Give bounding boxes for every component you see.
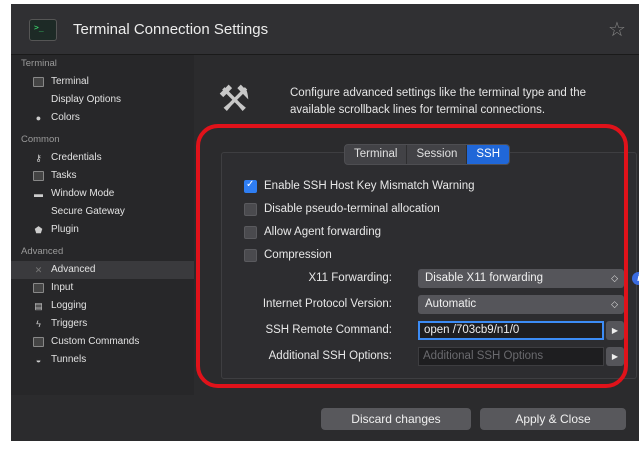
tab-terminal[interactable]: Terminal xyxy=(345,145,408,164)
lightning-icon: ϟ xyxy=(36,319,41,329)
tab-ssh[interactable]: SSH xyxy=(467,145,510,164)
chevron-updown-icon: ◇ xyxy=(611,299,618,309)
agent-forwarding-checkbox[interactable]: Allow Agent forwarding xyxy=(244,224,381,240)
logging-icon: ▤ xyxy=(34,301,43,311)
sidebar-item-label: Tunnels xyxy=(51,354,87,365)
ip-version-select[interactable]: Automatic ◇ xyxy=(418,295,624,314)
footer: Discard changes Apply & Close xyxy=(11,395,639,441)
ip-version-label: Internet Protocol Version: xyxy=(262,298,392,310)
x11-forwarding-select[interactable]: Disable X11 forwarding ◇ xyxy=(418,269,624,288)
window-title: Terminal Connection Settings xyxy=(73,21,269,38)
sidebar-item-label: Secure Gateway xyxy=(51,206,125,217)
star-icon[interactable]: ☆ xyxy=(608,17,626,42)
sidebar-item-tunnels[interactable]: ◒ Tunnels xyxy=(11,351,194,369)
settings-panel: Terminal Session SSH Enable SSH Host Key… xyxy=(221,144,639,379)
tools-icon: ✕ xyxy=(34,265,43,275)
sidebar-item-credentials[interactable]: ⚷ Credentials xyxy=(11,149,194,167)
sidebar-item-label: Logging xyxy=(51,300,87,311)
remote-command-input[interactable]: open /703cb9/n1/0 xyxy=(418,321,604,340)
sidebar-item-label: Advanced xyxy=(51,264,96,275)
sidebar-item-label: Triggers xyxy=(51,318,88,329)
sidebar-item-label: Terminal xyxy=(51,76,89,87)
title-bar: >_ Terminal Connection Settings ☆ xyxy=(11,4,639,55)
checkbox-unchecked[interactable] xyxy=(244,202,257,216)
sidebar-item-label: Tasks xyxy=(51,170,77,181)
sidebar-item-terminal[interactable]: Terminal xyxy=(11,73,194,91)
sidebar-item-triggers[interactable]: ϟ Triggers xyxy=(11,315,194,333)
sidebar-item-colors[interactable]: ● Colors xyxy=(11,109,194,127)
keyboard-icon xyxy=(33,283,44,293)
chevron-updown-icon: ◇ xyxy=(611,273,618,283)
sidebar-section-terminal: Terminal xyxy=(21,58,57,69)
tasks-icon xyxy=(33,171,44,181)
page-description: Configure advanced settings like the ter… xyxy=(290,87,586,116)
checkbox-checked[interactable] xyxy=(244,179,257,193)
sidebar-section-common: Common xyxy=(21,134,60,145)
terminal-app-icon: >_ xyxy=(29,19,57,41)
input-placeholder: Additional SSH Options xyxy=(423,350,544,362)
additional-options-label: Additional SSH Options: xyxy=(268,350,392,362)
sidebar-item-tasks[interactable]: Tasks xyxy=(11,167,194,185)
checkbox-unchecked[interactable] xyxy=(244,225,257,239)
sidebar-item-label: Window Mode xyxy=(51,188,115,199)
select-value: Automatic xyxy=(425,298,477,310)
x11-forwarding-label: X11 Forwarding: xyxy=(308,272,392,284)
checkbox-label: Disable pseudo-terminal allocation xyxy=(264,203,440,215)
tab-bar: Terminal Session SSH xyxy=(344,144,511,165)
sidebar-item-label: Input xyxy=(51,282,74,293)
key-icon: ⚷ xyxy=(35,153,42,163)
host-key-warning-checkbox[interactable]: Enable SSH Host Key Mismatch Warning xyxy=(244,178,475,194)
additional-options-input[interactable]: Additional SSH Options xyxy=(418,347,604,366)
discard-changes-button[interactable]: Discard changes xyxy=(321,408,471,430)
sidebar-item-secure-gateway[interactable]: Secure Gateway xyxy=(11,203,194,221)
sidebar-section-advanced: Advanced xyxy=(21,246,64,257)
sidebar-item-custom-commands[interactable]: Custom Commands xyxy=(11,333,194,351)
sidebar-item-logging[interactable]: ▤ Logging xyxy=(11,297,194,315)
tools-icon: ⚒ xyxy=(217,78,251,119)
sidebar-item-label: Custom Commands xyxy=(51,336,140,347)
disable-pty-checkbox[interactable]: Disable pseudo-terminal allocation xyxy=(244,201,440,217)
sidebar-item-display-options[interactable]: Display Options xyxy=(11,91,194,109)
sidebar-item-label: Display Options xyxy=(51,94,122,105)
commands-icon xyxy=(33,337,44,347)
remote-command-label: SSH Remote Command: xyxy=(265,324,392,336)
colors-icon: ● xyxy=(35,113,42,123)
play-arrow-button[interactable]: ▶ xyxy=(606,321,624,340)
sidebar-item-advanced[interactable]: ✕ Advanced xyxy=(11,261,194,279)
sidebar-item-input[interactable]: Input xyxy=(11,279,194,297)
tab-session[interactable]: Session xyxy=(407,145,468,164)
checkbox-label: Allow Agent forwarding xyxy=(264,226,381,238)
tunnel-icon: ◒ xyxy=(35,355,42,365)
window-icon: ▬ xyxy=(34,189,43,199)
sidebar-item-window-mode[interactable]: ▬ Window Mode xyxy=(11,185,194,203)
sidebar-item-label: Plugin xyxy=(51,224,79,235)
checkbox-unchecked[interactable] xyxy=(244,248,257,262)
sidebar-item-plugin[interactable]: ⬟ Plugin xyxy=(11,221,194,239)
compression-checkbox[interactable]: Compression xyxy=(244,247,332,263)
info-icon[interactable]: i xyxy=(632,272,639,285)
settings-window: >_ Terminal Connection Settings ☆ Termin… xyxy=(11,4,639,441)
select-value: Disable X11 forwarding xyxy=(425,272,544,284)
main-content: ⚒ Configure advanced settings like the t… xyxy=(194,55,639,395)
apply-close-button[interactable]: Apply & Close xyxy=(480,408,626,430)
sidebar: Terminal Terminal Display Options ● Colo… xyxy=(11,55,194,395)
checkbox-label: Compression xyxy=(264,249,332,261)
play-arrow-button[interactable]: ▶ xyxy=(606,347,624,366)
plugin-icon: ⬟ xyxy=(34,225,43,235)
checkbox-label: Enable SSH Host Key Mismatch Warning xyxy=(264,180,475,192)
sidebar-item-label: Colors xyxy=(51,112,80,123)
terminal-icon xyxy=(33,77,44,87)
sidebar-item-label: Credentials xyxy=(51,152,102,163)
